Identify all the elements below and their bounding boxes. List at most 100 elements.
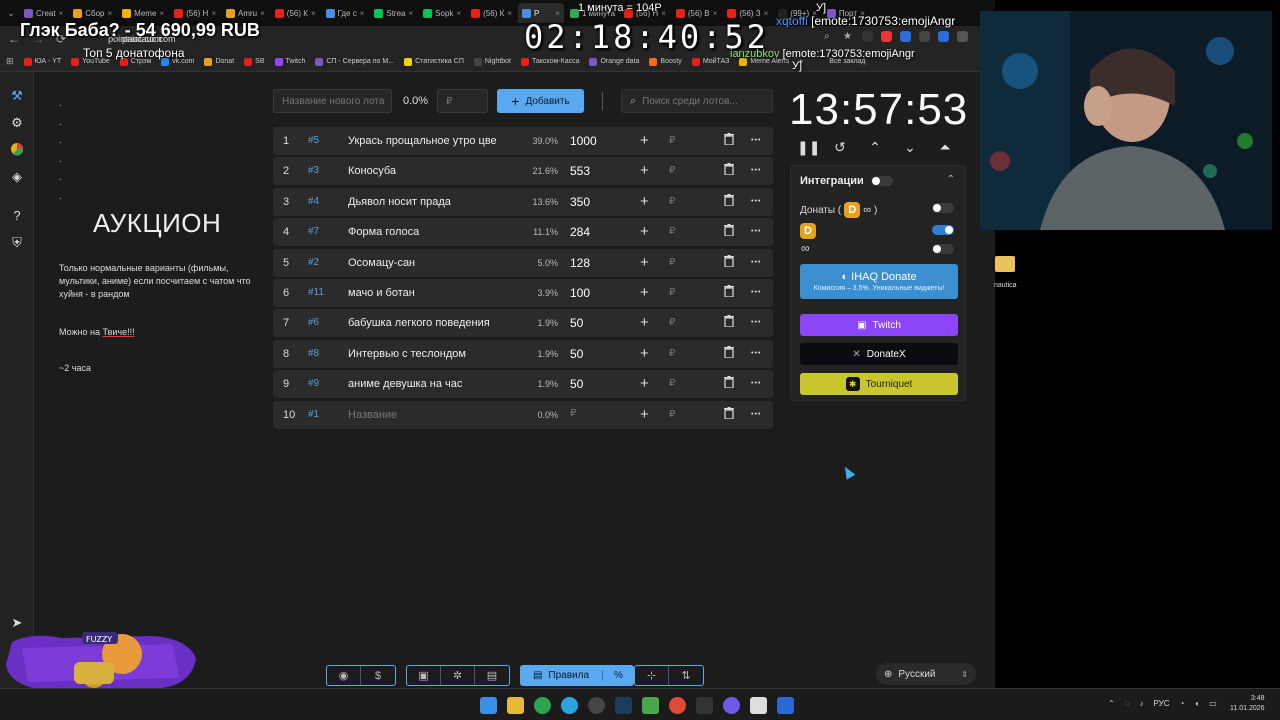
trash-icon[interactable] — [724, 133, 734, 146]
sort-icon[interactable]: ⇅ — [669, 666, 703, 685]
taskbar-clock[interactable]: 3:48 11.01.2026 — [1230, 694, 1265, 714]
add-amount-icon[interactable]: + — [640, 345, 649, 362]
add-lot-button[interactable]: + Добавить — [497, 89, 584, 113]
bookmark[interactable]: SB — [244, 57, 265, 66]
lot-name[interactable]: Форма голоса — [348, 226, 518, 238]
lot-name[interactable]: Название — [348, 409, 518, 421]
tray-app-icon[interactable]: ◌ — [1125, 699, 1130, 708]
more-icon[interactable]: ••• — [751, 167, 761, 174]
lot-name[interactable]: Интервью с теслондом — [348, 348, 518, 360]
gavel-icon[interactable]: ⚒ — [9, 88, 25, 104]
lot-amount[interactable]: 350 — [570, 195, 590, 209]
tab-close-icon[interactable]: × — [507, 9, 512, 18]
add-amount-icon[interactable]: + — [640, 406, 649, 423]
amount-input[interactable]: ₽ — [669, 135, 675, 146]
back-arrow-icon[interactable]: ← — [8, 32, 20, 46]
trash-icon[interactable] — [724, 224, 734, 237]
tab-search-icon[interactable]: ⌄ — [4, 8, 18, 19]
layers-icon[interactable]: ◈ — [9, 169, 25, 185]
lot-name[interactable]: аниме девушка на час — [348, 378, 518, 390]
bookmark[interactable]: ЮА - YT — [23, 57, 61, 66]
wifi-icon[interactable]: ◔ — [1180, 699, 1185, 708]
browser-tab[interactable]: Strea × — [370, 3, 417, 23]
lot-amount[interactable]: ₽ — [570, 408, 576, 419]
steam-icon[interactable] — [615, 697, 632, 714]
discord-icon[interactable] — [723, 697, 740, 714]
amount-input[interactable]: ₽ — [669, 378, 675, 389]
bookmark[interactable]: Boosty — [649, 57, 682, 66]
obs-icon[interactable] — [588, 697, 605, 714]
tab-close-icon[interactable]: × — [311, 9, 316, 18]
chevron-up-icon[interactable]: ⌃ — [867, 139, 883, 155]
double-chevron-up-icon[interactable]: ⏶ — [937, 139, 953, 155]
lot-name[interactable]: Осомацу-сан — [348, 257, 518, 269]
bookmark[interactable]: Donat — [204, 57, 234, 66]
lot-amount[interactable]: 284 — [570, 225, 590, 239]
lot-name[interactable]: мачо и ботан — [348, 287, 518, 299]
lot-name[interactable]: бабушка легкого поведения — [348, 317, 518, 329]
add-amount-icon[interactable]: + — [640, 314, 649, 331]
bookmark[interactable]: Статистика СП — [404, 57, 464, 66]
more-icon[interactable]: ••• — [751, 380, 761, 387]
windows-start-icon[interactable] — [480, 697, 497, 714]
battery-icon[interactable]: ▭ — [1209, 699, 1217, 708]
rules-button[interactable]: ▤ Правила % — [520, 665, 634, 686]
app-icon[interactable] — [750, 697, 767, 714]
percent-toggle[interactable]: % — [602, 670, 634, 681]
browser-tab[interactable]: Где с × — [322, 3, 369, 23]
bookmark[interactable]: МойТАЗ — [691, 57, 729, 66]
lot-amount[interactable]: 128 — [570, 256, 590, 270]
bookmark[interactable]: Orange data — [589, 57, 639, 66]
integrations-toggle[interactable] — [871, 176, 893, 186]
trash-icon[interactable] — [724, 406, 734, 420]
help-icon[interactable]: ? — [9, 208, 25, 224]
more-icon[interactable]: ••• — [751, 350, 761, 357]
bug-icon[interactable]: ✲ — [441, 666, 475, 685]
add-amount-icon[interactable]: + — [640, 162, 649, 179]
minecraft-icon[interactable] — [642, 697, 659, 714]
donatex-integration-button[interactable]: ✕ DonateX — [800, 343, 958, 365]
extensions-puzzle-icon[interactable] — [957, 31, 968, 42]
browser-tab[interactable]: (56) К × — [271, 3, 320, 23]
donations-toggle[interactable] — [932, 203, 954, 213]
dollar-icon[interactable]: $ — [361, 666, 395, 685]
lot-amount[interactable]: 50 — [570, 347, 583, 361]
shield-icon[interactable]: ⛨ — [9, 235, 25, 251]
amount-input[interactable]: ₽ — [669, 196, 675, 207]
extension-icon[interactable] — [900, 31, 911, 42]
tab-close-icon[interactable]: × — [555, 9, 560, 18]
infinity-toggle[interactable] — [932, 244, 954, 254]
lot-name[interactable]: Укрась прощальное утро цве — [348, 135, 518, 147]
more-icon[interactable]: ••• — [751, 289, 761, 296]
gear-icon[interactable]: ⚙ — [9, 115, 25, 131]
tab-close-icon[interactable]: × — [360, 9, 365, 18]
more-icon[interactable]: ••• — [751, 228, 761, 235]
telegram-app-icon[interactable] — [561, 697, 578, 714]
tab-close-icon[interactable]: × — [764, 9, 769, 18]
tab-close-icon[interactable]: × — [59, 9, 64, 18]
extension-icon[interactable] — [938, 31, 949, 42]
tab-close-icon[interactable]: × — [260, 9, 265, 18]
compact-view-icon[interactable]: ⊹ — [635, 666, 669, 685]
language-select[interactable]: ⊕ Русский ⇕ — [876, 663, 976, 685]
trash-icon[interactable] — [724, 315, 734, 328]
tab-close-icon[interactable]: × — [457, 9, 462, 18]
pie-chart-icon[interactable] — [9, 142, 25, 158]
twitch-integration-button[interactable]: ▣ Twitch — [800, 314, 958, 336]
trash-icon[interactable] — [724, 376, 734, 389]
github-icon[interactable]: ◉ — [327, 666, 361, 685]
add-amount-icon[interactable]: + — [640, 254, 649, 271]
xbox-icon[interactable] — [696, 697, 713, 714]
lot-amount[interactable]: 50 — [570, 316, 583, 330]
trash-icon[interactable] — [724, 345, 734, 359]
browser-tab[interactable]: (56) К × — [467, 3, 516, 23]
file-explorer-icon[interactable] — [507, 697, 524, 714]
amount-input[interactable]: ₽ — [669, 226, 675, 237]
donationalerts-toggle[interactable] — [932, 225, 954, 235]
lot-name[interactable]: Коносуба — [348, 165, 518, 177]
trash-icon[interactable] — [724, 284, 734, 298]
mic-icon[interactable]: ♪ — [1139, 699, 1143, 708]
tab-close-icon[interactable]: × — [108, 9, 113, 18]
bookmark[interactable]: Nightbot — [473, 57, 511, 66]
collapse-icon[interactable]: ⌃ — [947, 174, 955, 185]
